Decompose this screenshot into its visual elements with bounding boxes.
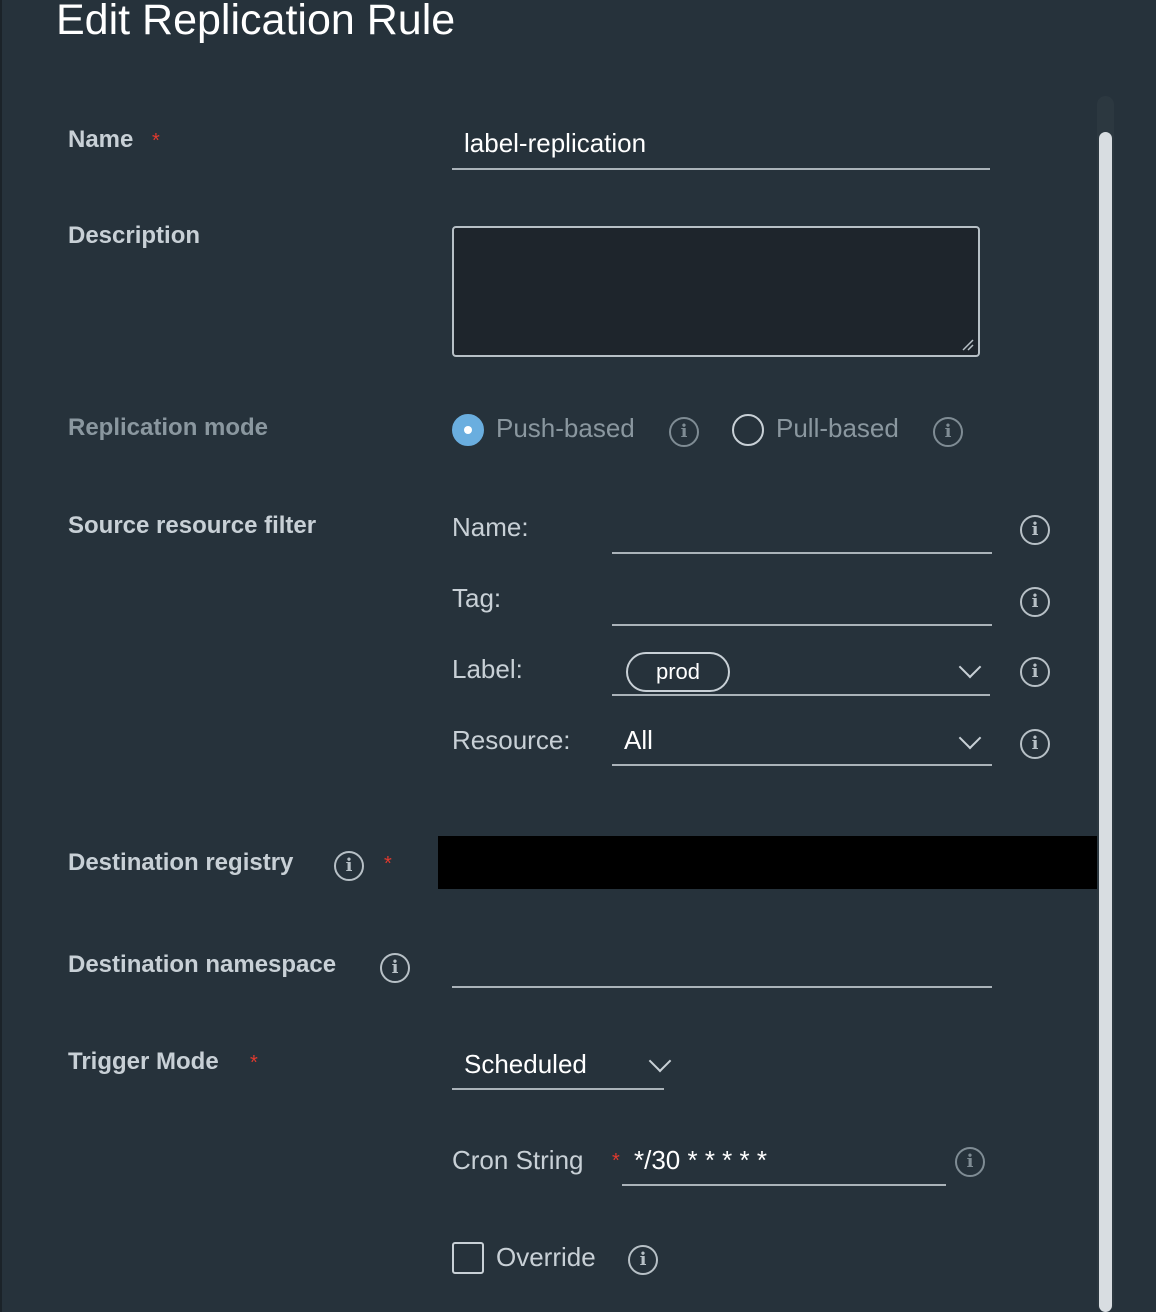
info-icon[interactable]: i	[628, 1245, 658, 1275]
filter-label-label: Label:	[452, 654, 523, 684]
name-input-value: label-replication	[464, 128, 647, 158]
info-icon[interactable]: i	[1020, 587, 1050, 617]
filter-tag-input[interactable]	[612, 578, 992, 626]
trigger-mode-label: Trigger Mode	[68, 1048, 219, 1075]
filter-resource-select[interactable]: All	[612, 718, 992, 766]
cron-string-input[interactable]: */30 * * * * *	[622, 1138, 946, 1186]
resize-grip-icon[interactable]	[962, 339, 974, 351]
info-icon[interactable]: i	[1020, 657, 1050, 687]
cron-required-marker: *	[612, 1150, 620, 1172]
dialog-title: Edit Replication Rule	[56, 0, 456, 44]
filter-tag-label: Tag:	[452, 583, 502, 613]
info-icon[interactable]: i	[669, 417, 699, 447]
destination-registry-label: Destination registry	[68, 849, 294, 876]
info-icon[interactable]: i	[1020, 515, 1050, 545]
description-label: Description	[68, 222, 201, 249]
info-icon[interactable]: i	[334, 851, 364, 881]
push-based-label: Push-based	[496, 413, 635, 443]
info-icon[interactable]: i	[933, 417, 963, 447]
trigger-mode-value: Scheduled	[464, 1049, 587, 1079]
replication-mode-label: Replication mode	[68, 414, 269, 441]
label-chip[interactable]: prod	[626, 652, 730, 692]
destination-registry-required-marker: *	[384, 853, 392, 875]
name-required-marker: *	[152, 130, 160, 152]
filter-resource-label: Resource:	[452, 725, 571, 755]
pull-based-label: Pull-based	[776, 413, 899, 443]
source-filter-label: Source resource filter	[68, 512, 317, 539]
trigger-mode-required-marker: *	[250, 1052, 258, 1074]
name-input[interactable]: label-replication	[452, 122, 990, 170]
destination-registry-redacted-field[interactable]	[438, 836, 1109, 889]
scrollbar-thumb[interactable]	[1099, 132, 1112, 1312]
info-icon[interactable]: i	[955, 1147, 985, 1177]
left-edge-divider	[0, 0, 2, 1312]
info-icon[interactable]: i	[380, 953, 410, 983]
name-label-text: Name	[68, 126, 134, 153]
name-label: Name	[68, 126, 133, 154]
resource-select-value: All	[624, 725, 653, 755]
destination-namespace-input[interactable]	[452, 940, 992, 988]
filter-name-label: Name:	[452, 512, 529, 542]
destination-namespace-label: Destination namespace	[68, 951, 337, 978]
description-textarea[interactable]	[452, 226, 980, 357]
trigger-mode-select[interactable]: Scheduled	[452, 1042, 664, 1090]
cron-string-label: Cron String	[452, 1145, 584, 1175]
pull-based-radio[interactable]	[732, 414, 764, 446]
push-based-radio[interactable]	[452, 414, 484, 446]
filter-name-input[interactable]	[612, 506, 992, 554]
override-checkbox[interactable]	[452, 1242, 484, 1274]
info-icon[interactable]: i	[1020, 729, 1050, 759]
cron-string-value: */30 * * * * *	[634, 1145, 767, 1175]
override-label: Override	[496, 1242, 596, 1272]
